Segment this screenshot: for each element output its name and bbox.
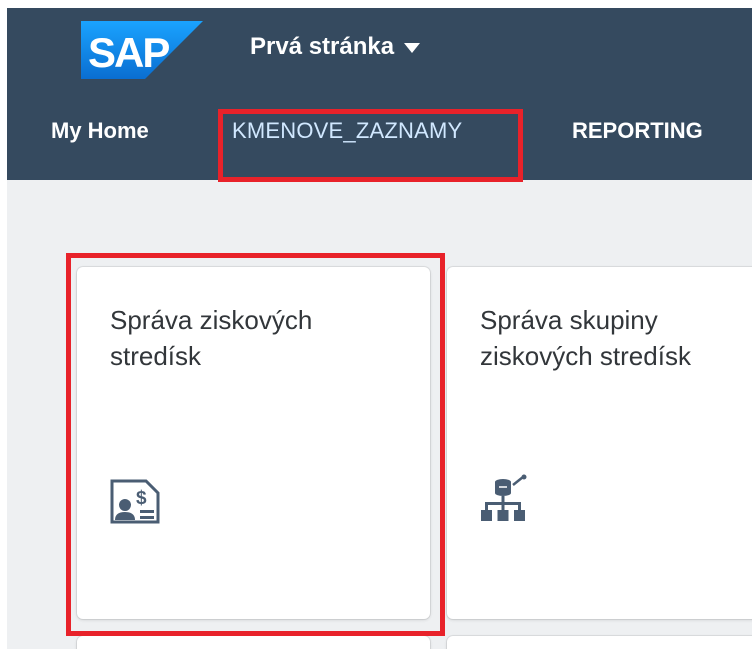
hierarchy-database-icon — [481, 474, 527, 521]
sap-logo-text: SAP — [88, 29, 169, 76]
tile-partial[interactable] — [447, 636, 752, 649]
tab-reporting[interactable]: REPORTING — [572, 118, 703, 144]
tile-title: Správa skupiny ziskových stredísk — [480, 305, 691, 371]
tab-kmenove-zaznamy[interactable]: KMENOVE_ZAZNAMY — [232, 118, 462, 144]
svg-text:$: $ — [136, 488, 147, 509]
tile-sprava-skupiny-ziskovych-stredisk[interactable]: Správa skupiny ziskových stredísk — [447, 267, 752, 619]
caret-down-icon — [404, 43, 421, 53]
tab-my-home[interactable]: My Home — [51, 118, 149, 144]
tile-partial[interactable] — [77, 636, 430, 649]
tile-title: Správa ziskových stredísk — [110, 305, 313, 371]
sap-logo[interactable]: SAP — [81, 21, 203, 79]
app-title: Prvá stránka — [250, 33, 395, 60]
launchpad: SAP Prvá stránka My Home KMENOVE_ZAZNAMY… — [7, 8, 752, 649]
app-title-menu[interactable]: Prvá stránka — [250, 30, 421, 64]
shell-bar: SAP Prvá stránka My Home KMENOVE_ZAZNAMY… — [7, 8, 752, 180]
tile-sprava-ziskovych-stredisk[interactable]: Správa ziskových stredísk $ — [77, 267, 430, 619]
profit-center-id-card-icon: $ — [110, 479, 160, 524]
